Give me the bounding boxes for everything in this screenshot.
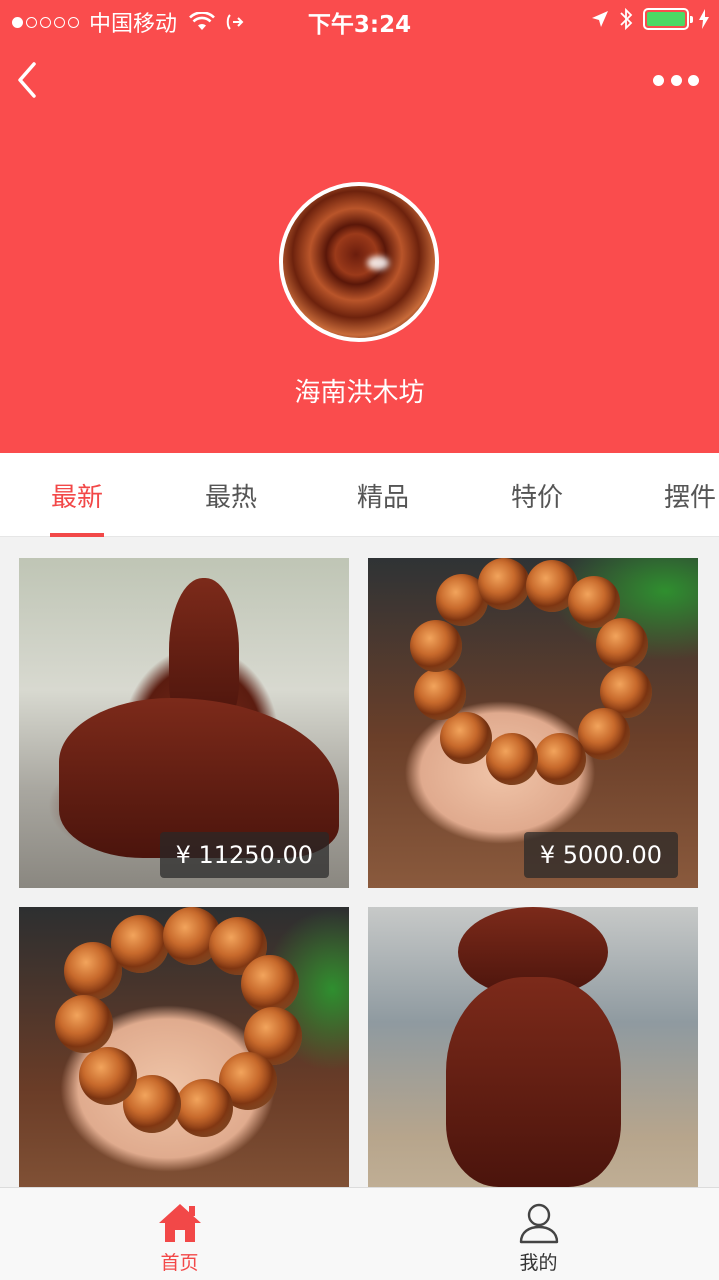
bottom-nav: 首页 我的 xyxy=(0,1187,719,1280)
product-card[interactable]: ¥ 11250.00 xyxy=(19,558,349,888)
nav-me-label: 我的 xyxy=(519,1252,558,1274)
location-arrow-icon xyxy=(592,11,608,27)
category-tabs: 最新 最热 精品 特价 摆件 xyxy=(0,453,719,537)
price-tag: ¥ 11250.00 xyxy=(159,832,329,878)
charging-icon xyxy=(699,9,709,29)
shop-name: 海南洪木坊 xyxy=(294,378,425,408)
nav-me[interactable]: 我的 xyxy=(359,1188,718,1280)
tab-special-price[interactable]: 特价 xyxy=(482,453,592,537)
tab-ornaments[interactable]: 摆件 xyxy=(635,453,719,537)
tab-premium[interactable]: 精品 xyxy=(328,453,438,537)
shop-avatar xyxy=(279,182,439,342)
bluetooth-icon xyxy=(620,7,633,31)
price-tag: ¥ 5000.00 xyxy=(523,832,678,878)
home-icon xyxy=(158,1204,201,1242)
nav-home[interactable]: 首页 xyxy=(0,1188,359,1280)
user-icon xyxy=(519,1203,558,1244)
shop-header: 中国移动 下午3:24 海南洪木坊 xyxy=(0,0,719,453)
more-dots-icon xyxy=(653,74,664,86)
status-right xyxy=(591,7,709,31)
nav-home-label: 首页 xyxy=(160,1252,199,1274)
status-bar: 中国移动 下午3:24 xyxy=(0,0,719,40)
tab-latest[interactable]: 最新 xyxy=(22,453,132,537)
product-card[interactable]: ¥ 5000.00 xyxy=(368,558,698,888)
tab-hot[interactable]: 最热 xyxy=(176,453,286,537)
more-options-button[interactable] xyxy=(653,68,699,92)
chevron-left-icon xyxy=(18,62,36,98)
battery-icon xyxy=(643,8,693,30)
back-button[interactable] xyxy=(16,58,56,102)
